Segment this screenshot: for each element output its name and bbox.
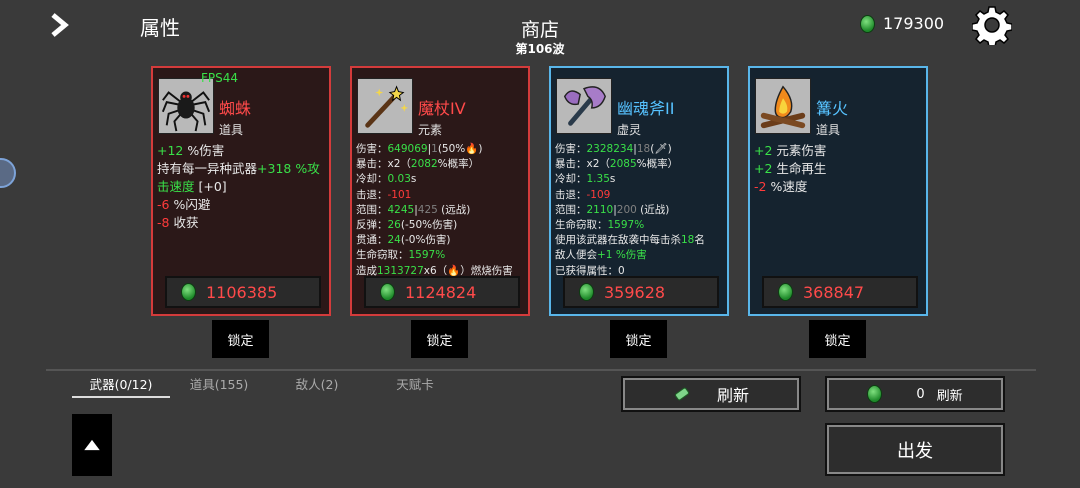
inventory-tabs: 武器(0/12) 道具(155) 敌人(2) 天赋卡 [72,374,464,398]
item-name: 篝火 [816,99,849,118]
fps-counter: FPS44 [201,71,239,85]
price-tag: 1124824 [364,276,520,308]
item-name: 幽魂斧II [617,99,675,118]
shop-card-spider[interactable]: FPS44 蜘蛛 道具 +12 %伤害 持有每一异种武器+318 %攻 击速度 … [151,66,331,316]
price-tag: 359628 [563,276,719,308]
tab-weapons[interactable]: 武器(0/12) [72,374,170,398]
lock-button-3[interactable]: 锁定 [610,320,667,358]
item-stats: 伤害：649069|1(50%🔥) 暴击：x2（2082%概率） 冷却：0.03… [356,143,513,277]
coin-icon [380,283,395,301]
lock-button-2[interactable]: 锁定 [411,320,468,358]
free-refresh-label: 刷新 [936,388,963,404]
lock-button-4[interactable]: 锁定 [809,320,866,358]
item-type: 道具 [816,123,841,137]
item-type: 虚灵 [617,123,642,137]
campfire-icon [755,78,811,134]
axe-icon [556,78,612,134]
divider [46,369,1036,371]
price-value: 359628 [604,282,666,302]
price-tag: 1106385 [165,276,321,308]
coin-icon [778,283,793,301]
wand-icon [357,78,413,134]
lock-button-1[interactable]: 锁定 [212,320,269,358]
coin-icon [860,14,875,33]
item-type: 道具 [219,123,244,137]
wave-counter: 第106波 [515,42,565,56]
coin-icon [181,283,196,301]
coin-icon [867,385,883,403]
expand-button[interactable] [72,414,112,476]
spider-icon [158,78,214,134]
item-name: 蜘蛛 [219,99,252,118]
item-name: 魔杖IV [418,99,466,118]
free-refresh-count: 0 [916,386,925,402]
shop-card-wand[interactable]: 魔杖IV 元素 伤害：649069|1(50%🔥) 暴击：x2（2082%概率）… [350,66,530,316]
item-stats: 伤害：2328234|18(🗡) 暴击：x2（2085%概率） 冷却：1.35s… [555,143,705,277]
attributes-tab[interactable]: 属性 [140,12,180,41]
coin-icon [579,283,594,301]
shop-card-campfire[interactable]: 篝火 道具 +2 元素伤害 +2 生命再生 -2 %速度 368847 [748,66,928,316]
depart-button[interactable]: 出发 [825,423,1005,476]
gear-icon[interactable] [972,5,1012,45]
tab-enemies[interactable]: 敌人(2) [268,374,366,398]
price-value: 1124824 [405,282,477,302]
money-display: 179300 [860,14,944,33]
free-refresh-button[interactable]: 0 刷新 [825,376,1005,412]
tab-talent-cards[interactable]: 天赋卡 [366,374,464,398]
money-value: 179300 [883,14,945,33]
chevron-right-icon[interactable] [48,12,72,38]
tab-items[interactable]: 道具(155) [170,374,268,398]
price-value: 1106385 [206,282,278,302]
money-icon [674,387,690,401]
price-value: 368847 [803,282,865,302]
triangle-up-icon [84,439,100,451]
refresh-label: 刷新 [716,386,749,405]
side-avatar-button[interactable] [0,158,16,188]
item-stats: +12 %伤害 持有每一异种武器+318 %攻 击速度 [+0] -6 %闪避 … [157,143,320,230]
item-type: 元素 [418,123,443,137]
shop-card-ghost-axe[interactable]: 幽魂斧II 虚灵 伤害：2328234|18(🗡) 暴击：x2（2085%概率）… [549,66,729,316]
page-title: 商店 [520,19,559,41]
item-stats: +2 元素伤害 +2 生命再生 -2 %速度 [754,143,827,194]
refresh-button[interactable]: 刷新 [621,376,801,412]
price-tag: 368847 [762,276,918,308]
